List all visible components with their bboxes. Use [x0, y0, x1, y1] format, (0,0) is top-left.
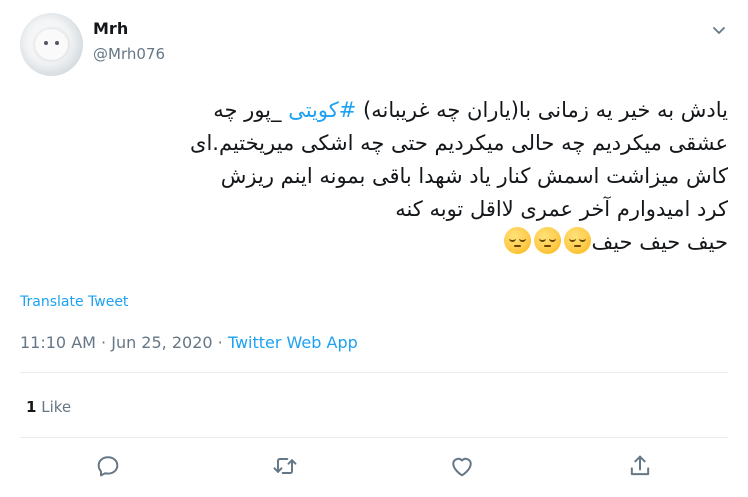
author-handle[interactable]: @Mrh076	[93, 45, 165, 63]
reply-icon[interactable]	[94, 452, 122, 480]
tweet-line-3: کاش میزاشت اسمش کنار یاد شهدا باقی بمونه…	[220, 164, 728, 188]
divider	[20, 372, 728, 373]
tweet-line-1: یادش به خیر یه زمانی با(یاران چه غریبانه…	[213, 98, 728, 122]
tweet-line-2: عشقی میکردیم چه حالی میکردیم حتی چه اشکی…	[190, 131, 728, 155]
heart-icon[interactable]	[448, 452, 476, 480]
pensive-face-icon	[564, 227, 592, 254]
likes-count[interactable]: 1 Like	[26, 398, 71, 416]
author-display-name[interactable]: Mrh	[93, 19, 128, 38]
tweet-date[interactable]: Jun 25, 2020	[111, 333, 212, 352]
share-icon[interactable]	[626, 452, 654, 480]
avatar-face	[35, 29, 68, 60]
tweet-line-5: حیف حیف حیف	[20, 226, 728, 259]
translate-tweet-link[interactable]: Translate Tweet	[20, 294, 128, 310]
tweet-line-4: کرد امیدوارم آخر عمری لااقل توبه کنه	[395, 197, 728, 221]
divider	[20, 437, 728, 438]
tweet-meta: 11:10 AM · Jun 25, 2020 · Twitter Web Ap…	[20, 333, 358, 352]
tweet-text: یادش به خیر یه زمانی با(یاران چه غریبانه…	[20, 94, 728, 259]
chevron-down-icon[interactable]	[712, 22, 726, 36]
tweet-actions	[0, 452, 748, 482]
tweet-source-link[interactable]: Twitter Web App	[228, 333, 358, 352]
hashtag-link[interactable]: #کویتی	[288, 98, 356, 122]
pensive-face-icon	[504, 227, 532, 254]
tweet-time[interactable]: 11:10 AM	[20, 333, 96, 352]
pensive-face-icon	[534, 227, 562, 254]
avatar[interactable]	[20, 13, 83, 76]
retweet-icon[interactable]	[271, 452, 299, 480]
